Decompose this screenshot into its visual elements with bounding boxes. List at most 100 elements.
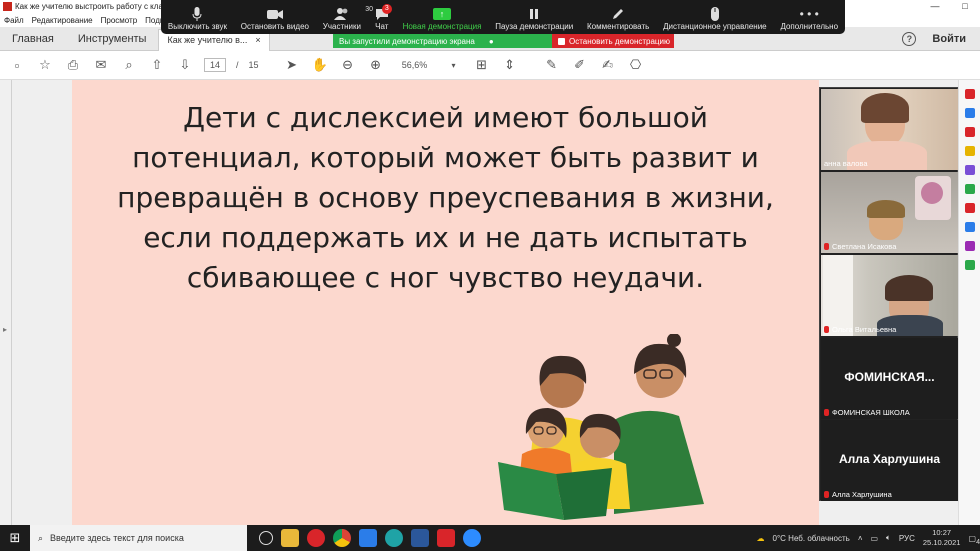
tray-chevron-icon[interactable]: ˄ — [858, 534, 863, 543]
help-icon[interactable]: ? — [902, 32, 917, 46]
participants-button[interactable]: 30 Участники — [322, 6, 373, 31]
expand-left-panel-icon[interactable]: ▸ — [3, 325, 7, 334]
file-explorer-icon[interactable] — [281, 529, 299, 547]
comment-icon[interactable]: ✎ — [543, 56, 561, 74]
network-icon[interactable]: ▭ — [870, 534, 878, 543]
search-icon[interactable]: ⌕ — [120, 56, 138, 74]
more-label: Дополнительно — [780, 22, 839, 31]
participant-name: Светлана Исакова — [824, 242, 896, 251]
highlight-icon[interactable]: ✐ — [571, 56, 589, 74]
video-camera-icon — [266, 6, 283, 22]
shield-icon: ● — [488, 36, 494, 46]
send-for-signature-icon[interactable] — [964, 260, 975, 270]
stamp-icon[interactable]: ⎔ — [627, 56, 645, 74]
maximize-button[interactable]: □ — [950, 0, 980, 13]
stop-share-button[interactable]: Остановить демонстрацию — [552, 34, 674, 48]
print-icon[interactable]: ⎙ — [64, 56, 82, 74]
tab-home[interactable]: Главная — [0, 27, 66, 51]
participants-icon — [333, 6, 350, 22]
family-reading-illustration — [498, 334, 704, 520]
menu-view[interactable]: Просмотр — [101, 16, 138, 25]
volume-icon[interactable]: 🔈︎ — [886, 533, 891, 543]
save-icon[interactable]: ▫ — [8, 56, 26, 74]
remote-control-button[interactable]: Дистанционное управление — [663, 6, 767, 31]
opera-icon[interactable] — [307, 529, 325, 547]
clock[interactable]: 10:27 25.10.2021 — [923, 528, 961, 548]
task-view-icon[interactable] — [259, 531, 273, 545]
mail-icon[interactable] — [359, 529, 377, 547]
page-number-input[interactable]: 14 — [204, 58, 226, 72]
right-tools-rail — [958, 80, 980, 525]
acrobat-icon[interactable] — [437, 529, 455, 547]
notifications-icon[interactable]: ▢ 4 — [968, 534, 980, 546]
tab-tools[interactable]: Инструменты — [66, 27, 159, 51]
select-cursor-icon[interactable]: ➤ — [283, 56, 301, 74]
export-pdf-icon[interactable] — [964, 89, 975, 99]
edge-icon[interactable] — [385, 529, 403, 547]
chevron-down-icon[interactable]: ▾ — [445, 56, 463, 74]
chrome-icon[interactable] — [333, 529, 351, 547]
new-share-button[interactable]: ↑ Новая демонстрация — [403, 6, 481, 31]
mute-button[interactable]: Выключить звук — [168, 6, 227, 31]
scroll-mode-icon[interactable]: ⇕ — [501, 56, 519, 74]
zoom-app-icon[interactable] — [463, 529, 481, 547]
weather-text[interactable]: 0°C Неб. облачность — [773, 534, 850, 543]
windows-start-icon[interactable]: ⊞ — [0, 530, 30, 546]
draw-icon[interactable]: ✍ — [599, 56, 617, 74]
hand-tool-icon[interactable]: ✋ — [311, 56, 329, 74]
signin-link[interactable]: Войти — [932, 33, 966, 45]
participant-tile[interactable]: Ольга Витальевна — [821, 255, 958, 336]
window-controls: — □ — [920, 0, 980, 13]
word-icon[interactable] — [411, 529, 429, 547]
participant-tile[interactable]: Алла Харлушина Алла Харлушина — [821, 420, 958, 501]
prev-page-icon[interactable]: ⇧ — [148, 56, 166, 74]
bookmark-star-icon[interactable]: ☆ — [36, 56, 54, 74]
combine-files-icon[interactable] — [964, 165, 975, 175]
menu-edit[interactable]: Редактирование — [32, 16, 93, 25]
more-icon: • • • — [799, 7, 819, 21]
fill-sign-icon[interactable] — [964, 241, 975, 251]
stop-icon — [558, 37, 565, 45]
pause-share-button[interactable]: Пауза демонстрации — [495, 6, 573, 31]
taskbar-search-box[interactable]: ⌕ Введите здесь текст для поиска — [30, 525, 247, 551]
menu-file[interactable]: Файл — [4, 16, 24, 25]
participant-tile[interactable]: анна валова — [821, 89, 958, 170]
stop-video-button[interactable]: Остановить видео — [241, 6, 309, 31]
organize-pages-icon[interactable] — [964, 184, 975, 194]
notification-count: 4 — [976, 538, 980, 546]
share-screen-icon: ↑ — [432, 6, 451, 22]
slide-line: сбивающее с ног чувство неудачи. — [186, 261, 705, 294]
language-indicator[interactable]: РУС — [899, 534, 915, 543]
next-page-icon[interactable]: ⇩ — [176, 56, 194, 74]
zoom-out-icon[interactable]: ⊖ — [339, 56, 357, 74]
comment-tool-icon[interactable] — [964, 146, 975, 156]
sharing-status-text: Вы запустили демонстрацию экрана — [339, 36, 475, 46]
participant-tile[interactable]: Светлана Исакова — [821, 172, 958, 253]
participant-tile[interactable]: ФОМИНСКАЯ... ФОМИНСКАЯ ШКОЛА — [821, 338, 958, 419]
annotate-icon — [611, 6, 625, 22]
taskbar-search-placeholder: Введите здесь текст для поиска — [50, 533, 184, 543]
slide-line: потенциал, который может быть развит и — [132, 141, 759, 174]
muted-mic-icon — [824, 491, 829, 498]
zoom-level[interactable]: 56,6% — [395, 58, 435, 72]
clock-date: 25.10.2021 — [922, 538, 961, 547]
create-pdf-icon[interactable] — [964, 127, 975, 137]
annotate-button[interactable]: Комментировать — [587, 6, 649, 31]
slide-line: превращён в основу преуспевания в жизни, — [117, 181, 774, 214]
slide-text: Дети с дислексией имеют большой потенциа… — [72, 98, 819, 298]
chat-button[interactable]: 3 Чат — [375, 4, 392, 31]
zoom-in-icon[interactable]: ⊕ — [367, 56, 385, 74]
minimize-button[interactable]: — — [920, 0, 950, 13]
left-panel-rail[interactable]: ▸ — [0, 80, 12, 525]
more-button[interactable]: • • • Дополнительно — [780, 6, 838, 31]
email-icon[interactable]: ✉ — [92, 56, 110, 74]
fit-page-icon[interactable]: ⊞ — [473, 56, 491, 74]
chat-badge: 3 — [381, 4, 392, 14]
participant-name: Ольга Витальевна — [824, 325, 896, 334]
redact-icon[interactable] — [964, 203, 975, 213]
edit-pdf-icon[interactable] — [964, 108, 975, 118]
clock-time: 10:27 — [932, 528, 952, 537]
participants-label: Участники — [322, 22, 361, 31]
remote-control-label: Дистанционное управление — [663, 22, 767, 31]
protect-icon[interactable] — [964, 222, 975, 232]
